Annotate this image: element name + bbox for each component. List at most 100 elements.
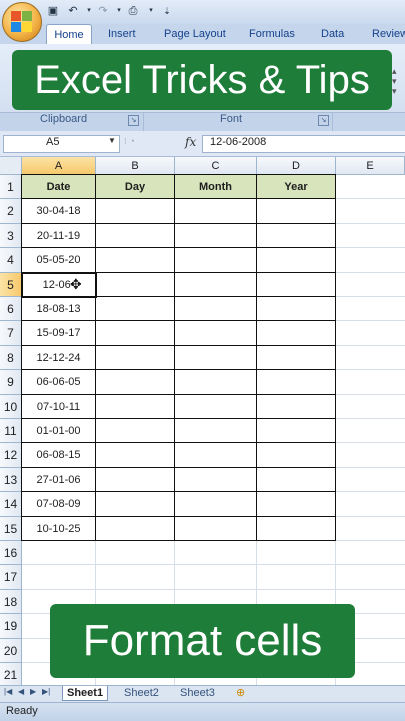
table-header-cell[interactable]: Year <box>257 175 336 200</box>
table-cell[interactable] <box>257 272 336 297</box>
table-cell[interactable] <box>96 467 175 493</box>
date-cell[interactable]: 06-06-05 <box>22 370 96 395</box>
table-cell[interactable] <box>257 443 336 468</box>
row-header[interactable]: 1 <box>0 175 22 200</box>
row-header[interactable]: 13 <box>0 467 22 493</box>
table-cell[interactable] <box>96 516 175 541</box>
row-header[interactable]: 16 <box>0 541 22 566</box>
table-cell[interactable] <box>96 223 175 249</box>
table-cell[interactable] <box>257 223 336 249</box>
table-cell[interactable] <box>96 345 175 371</box>
office-button[interactable] <box>2 2 42 42</box>
select-all-corner[interactable] <box>0 157 22 175</box>
date-cell[interactable]: 01-01-00 <box>22 419 96 444</box>
table-cell[interactable] <box>175 248 257 273</box>
table-header-cell[interactable]: Date <box>22 175 96 200</box>
table-cell[interactable] <box>96 297 175 322</box>
table-cell[interactable] <box>175 272 257 297</box>
column-header-e[interactable]: E <box>336 157 405 175</box>
redo-dropdown-icon[interactable]: ▾ <box>112 4 126 18</box>
tab-page-layout[interactable]: Page Layout <box>164 24 226 44</box>
tab-insert[interactable]: Insert <box>108 24 136 44</box>
table-cell[interactable] <box>175 467 257 493</box>
column-header-c[interactable]: C <box>175 157 257 175</box>
table-cell[interactable] <box>175 345 257 371</box>
row-header[interactable]: 3 <box>0 223 22 249</box>
table-cell[interactable] <box>257 199 336 224</box>
table-cell[interactable] <box>257 516 336 541</box>
sheet-tab-2[interactable]: Sheet2 <box>120 686 163 700</box>
customize-qat-icon[interactable]: ⇣ <box>160 4 174 18</box>
last-sheet-icon[interactable]: ▶| <box>42 687 50 696</box>
tab-review[interactable]: Review <box>372 24 405 44</box>
row-header[interactable]: 10 <box>0 394 22 419</box>
date-cell[interactable]: 12-12-24 <box>22 345 96 371</box>
redo-icon[interactable]: ↷ <box>96 4 110 18</box>
table-cell[interactable] <box>175 297 257 322</box>
table-cell[interactable] <box>257 419 336 444</box>
tab-home[interactable]: Home <box>46 24 92 45</box>
table-cell[interactable] <box>175 394 257 419</box>
date-cell[interactable]: 20-11-19 <box>22 223 96 249</box>
undo-icon[interactable]: ↶ <box>66 4 80 18</box>
row-header[interactable]: 15 <box>0 516 22 541</box>
font-launcher-icon[interactable]: ↘ <box>318 115 329 126</box>
table-cell[interactable] <box>175 199 257 224</box>
table-header-cell[interactable]: Month <box>175 175 257 200</box>
table-cell[interactable] <box>96 443 175 468</box>
insert-function-icon[interactable]: fx <box>185 135 196 149</box>
next-sheet-icon[interactable]: ▶ <box>30 687 36 696</box>
name-box[interactable] <box>3 135 120 153</box>
clipboard-launcher-icon[interactable]: ↘ <box>128 115 139 126</box>
table-cell[interactable] <box>175 492 257 517</box>
table-cell[interactable] <box>175 443 257 468</box>
row-header[interactable]: 4 <box>0 248 22 273</box>
date-cell[interactable]: 18-08-13 <box>22 297 96 322</box>
table-cell[interactable] <box>257 248 336 273</box>
row-header[interactable]: 6 <box>0 297 22 322</box>
date-cell[interactable]: 05-05-20 <box>22 248 96 273</box>
row-header[interactable]: 20 <box>0 638 22 663</box>
row-header[interactable]: 5 <box>0 272 22 297</box>
column-header-a[interactable]: A <box>22 157 96 175</box>
row-header[interactable]: 21 <box>0 663 22 688</box>
table-cell[interactable] <box>175 223 257 249</box>
table-cell[interactable] <box>257 492 336 517</box>
table-cell[interactable] <box>257 370 336 395</box>
table-header-cell[interactable]: Day <box>96 175 175 200</box>
sheet-tab-3[interactable]: Sheet3 <box>176 686 219 700</box>
row-header[interactable]: 9 <box>0 370 22 395</box>
row-header[interactable]: 14 <box>0 492 22 517</box>
prev-sheet-icon[interactable]: ◀ <box>18 687 24 696</box>
tab-data[interactable]: Data <box>321 24 344 44</box>
row-header[interactable]: 12 <box>0 443 22 468</box>
row-header[interactable]: 18 <box>0 589 22 615</box>
table-cell[interactable] <box>96 199 175 224</box>
sheet-tab-1[interactable]: Sheet1 <box>62 686 109 701</box>
date-cell[interactable]: 30-04-18 <box>22 199 96 224</box>
table-cell[interactable] <box>257 321 336 346</box>
formula-bar-grip-icon[interactable]: ⁝ ◔ <box>124 136 164 152</box>
table-cell[interactable] <box>96 492 175 517</box>
row-header[interactable]: 7 <box>0 321 22 346</box>
table-cell[interactable] <box>175 516 257 541</box>
date-cell[interactable]: 07-10-11 <box>22 394 96 419</box>
first-sheet-icon[interactable]: |◀ <box>4 687 12 696</box>
table-cell[interactable] <box>257 394 336 419</box>
table-cell[interactable] <box>257 345 336 371</box>
undo-dropdown-icon[interactable]: ▾ <box>82 4 96 18</box>
date-cell[interactable]: 27-01-06 <box>22 467 96 493</box>
table-cell[interactable] <box>96 321 175 346</box>
table-cell[interactable] <box>96 248 175 273</box>
insert-sheet-icon[interactable]: ⊕ <box>232 686 249 700</box>
row-header[interactable]: 2 <box>0 199 22 224</box>
table-cell[interactable] <box>257 467 336 493</box>
save-icon[interactable]: ▣ <box>46 4 60 18</box>
column-header-b[interactable]: B <box>96 157 175 175</box>
table-cell[interactable] <box>175 370 257 395</box>
table-cell[interactable] <box>257 297 336 322</box>
row-header[interactable]: 11 <box>0 419 22 444</box>
table-cell[interactable] <box>175 321 257 346</box>
row-header[interactable]: 8 <box>0 345 22 371</box>
date-cell[interactable]: 15-09-17 <box>22 321 96 346</box>
